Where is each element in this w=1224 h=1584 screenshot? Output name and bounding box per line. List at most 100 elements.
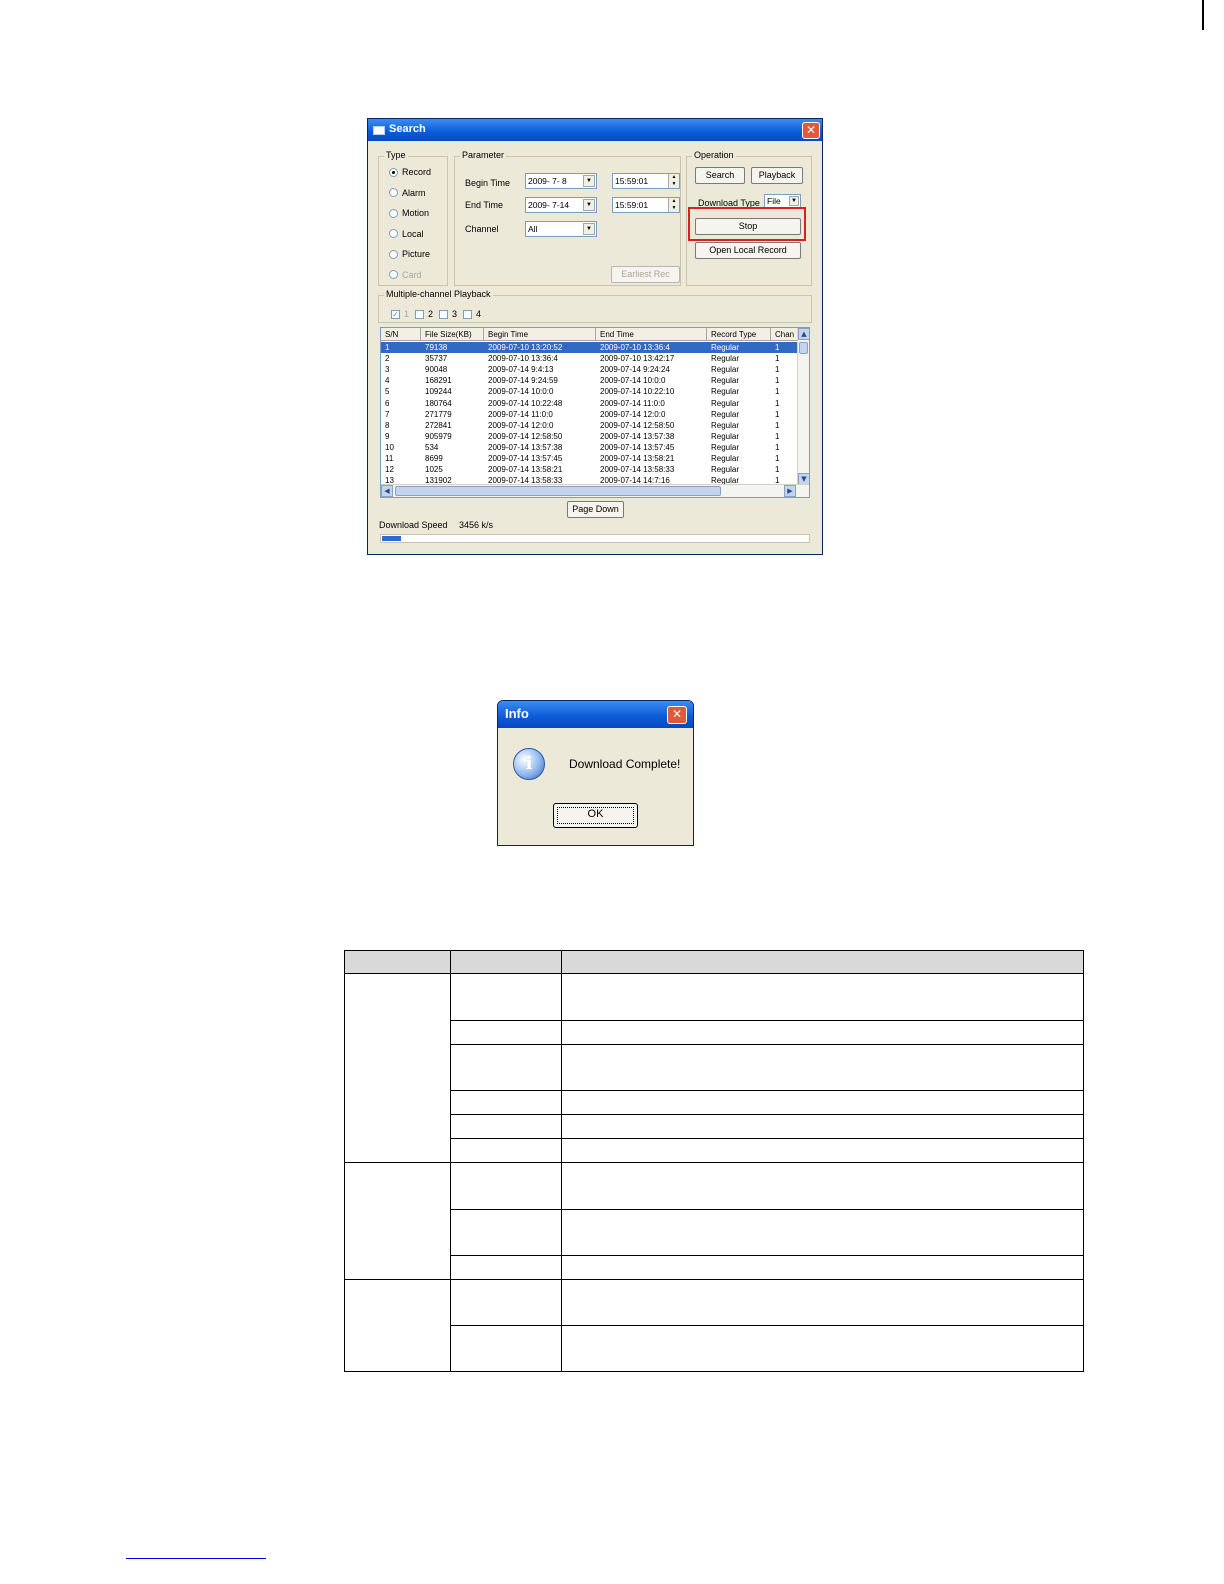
table-row[interactable]: 2 35737 2009-07-10 13:36:4 2009-07-10 13:42… <box>381 353 797 364</box>
stop-highlight-box <box>688 207 806 241</box>
list-cell: 1 <box>385 343 390 352</box>
spinner-icon[interactable]: ▲ ▼ <box>668 174 679 188</box>
list-cell: 109244 <box>425 387 452 397</box>
column-header[interactable]: Chan <box>771 328 799 341</box>
search-window-title: Search <box>389 123 426 135</box>
scroll-right-icon[interactable]: ▶ <box>784 485 796 497</box>
channel-select[interactable]: All ▼ <box>525 221 597 237</box>
table-row[interactable]: 6 180764 2009-07-14 10:22:48 2009-07-14 11:… <box>381 398 797 409</box>
table-row[interactable]: 4 168291 2009-07-14 9:24:59 2009-07-14 10:0… <box>381 375 797 386</box>
table-row[interactable]: 9 905979 2009-07-14 12:58:50 2009-07-14 13:… <box>381 431 797 442</box>
table-row[interactable]: 3 90048 2009-07-14 9:4:13 2009-07-14 9:24:2… <box>381 364 797 375</box>
table-row[interactable]: 10 534 2009-07-14 13:57:38 2009-07-14 13:57… <box>381 442 797 453</box>
list-cell: Regular <box>711 398 740 408</box>
column-header[interactable]: File Size(KB) <box>421 328 484 341</box>
radio-icon[interactable] <box>389 167 398 177</box>
type-option-picture[interactable]: Picture <box>389 248 430 260</box>
list-cell: 2009-07-14 12:0:0 <box>600 409 666 419</box>
channel-value: All <box>528 224 538 234</box>
channel-checkbox-2[interactable] <box>415 309 425 319</box>
earliest-rec-button[interactable]: Earliest Rec <box>611 266 680 283</box>
table-row[interactable]: 11 8699 2009-07-14 13:57:45 2009-07-14 13:5… <box>381 453 797 464</box>
table-header-cell <box>561 950 1084 974</box>
close-icon[interactable]: ✕ <box>802 122 820 139</box>
begin-date-field[interactable]: 2009- 7- 8 ▼ <box>525 173 597 189</box>
column-header[interactable]: End Time <box>596 328 707 341</box>
radio-icon[interactable] <box>389 270 398 279</box>
list-cell: 2009-07-14 11:0:0 <box>488 409 553 419</box>
info-icon: i <box>513 748 545 780</box>
end-clock-field[interactable]: 15:59:01 ▲ ▼ <box>612 197 680 213</box>
table-row[interactable]: 7 271779 2009-07-14 11:0:0 2009-07-14 12:0:… <box>381 409 797 420</box>
radio-icon[interactable] <box>389 229 398 238</box>
type-option-label: Record <box>402 167 432 177</box>
radio-icon[interactable] <box>389 249 398 259</box>
open-local-record-button[interactable]: Open Local Record <box>695 242 801 259</box>
chevron-down-icon[interactable]: ▼ <box>789 196 799 206</box>
channel-checkbox-label: 4 <box>476 309 482 319</box>
info-message: Download Complete! <box>569 757 681 771</box>
table-cell <box>561 1114 1084 1139</box>
list-cell: Regular <box>711 343 740 352</box>
channel-checkbox-1[interactable]: ✓ <box>391 309 400 319</box>
spinner-icon[interactable]: ▲ ▼ <box>668 198 679 212</box>
download-speed-value: 3456 k/s <box>459 520 494 530</box>
list-cell: 534 <box>425 442 439 452</box>
channel-checkbox-label: 1 <box>404 309 410 319</box>
table-row[interactable]: 1 79138 2009-07-10 13:20:52 2009-07-10 13:3… <box>381 342 797 353</box>
column-header[interactable]: S/N <box>381 328 421 341</box>
table-row[interactable]: 12 1025 2009-07-14 13:58:21 2009-07-14 13:5… <box>381 464 797 475</box>
channel-checkbox-3[interactable] <box>439 309 449 319</box>
type-option-card[interactable]: Card <box>389 269 422 281</box>
ok-button[interactable]: OK <box>553 803 638 828</box>
vertical-scroll-thumb[interactable] <box>799 342 808 354</box>
close-icon[interactable]: ✕ <box>667 706 687 724</box>
type-option-alarm[interactable]: Alarm <box>389 187 426 199</box>
channel-checkbox-4[interactable] <box>463 309 473 319</box>
list-cell: 8 <box>385 420 390 430</box>
chevron-down-icon[interactable]: ▼ <box>583 223 595 235</box>
table-row[interactable]: 5 109244 2009-07-14 10:0:0 2009-07-14 10:22… <box>381 386 797 397</box>
column-header[interactable]: Begin Time <box>484 328 596 341</box>
playback-button[interactable]: Playback <box>751 167 803 184</box>
end-date-field[interactable]: 2009- 7-14 ▼ <box>525 197 597 213</box>
type-option-record[interactable]: Record <box>389 166 431 178</box>
horizontal-scrollbar[interactable]: ◀ ▶ <box>381 484 809 497</box>
horizontal-scroll-thumb[interactable] <box>395 486 721 496</box>
page-down-button[interactable]: Page Down <box>567 501 624 518</box>
table-cell <box>561 1162 1084 1210</box>
info-dialog-titlebar[interactable]: Info <box>498 701 693 728</box>
scroll-up-icon[interactable]: ▲ <box>798 328 809 340</box>
radio-icon[interactable] <box>389 188 398 197</box>
list-cell: 2009-07-14 9:24:59 <box>488 376 558 386</box>
type-option-local[interactable]: Local <box>389 228 424 240</box>
table-row[interactable]: 8 272841 2009-07-14 12:0:0 2009-07-14 12:58… <box>381 420 797 431</box>
search-window-titlebar[interactable]: Search <box>368 119 822 141</box>
list-cell: 2009-07-14 12:58:50 <box>488 431 563 441</box>
type-option-label: Picture <box>402 249 431 259</box>
list-cell: 2009-07-10 13:42:17 <box>600 354 675 364</box>
download-type-select[interactable]: File ▼ <box>764 194 801 208</box>
type-option-motion[interactable]: Motion <box>389 207 429 219</box>
type-option-label: Card <box>402 269 422 280</box>
chevron-down-icon[interactable]: ▼ <box>583 175 595 187</box>
list-cell: 35737 <box>425 354 448 364</box>
table-row <box>345 1020 1084 1045</box>
list-cell: 1 <box>775 343 780 352</box>
list-cell: 1 <box>775 376 780 386</box>
column-header[interactable]: Record Type <box>707 328 771 341</box>
search-button[interactable]: Search <box>695 167 745 184</box>
vertical-scrollbar[interactable]: ▲ ▼ <box>797 328 809 485</box>
end-date-value: 2009- 7-14 <box>528 200 570 210</box>
footer-link-underline <box>126 1558 266 1559</box>
table-cell <box>450 1325 562 1372</box>
list-cell: 2009-07-14 13:57:38 <box>488 442 563 452</box>
record-list[interactable]: S/N File Size(KB) Begin Time End Time Record… <box>380 327 810 498</box>
table-cell <box>561 1255 1084 1280</box>
scroll-left-icon[interactable]: ◀ <box>381 485 393 497</box>
multi-channel-label: Multiple-channel Playback <box>384 289 493 299</box>
begin-clock-field[interactable]: 15:59:01 ▲ ▼ <box>612 173 680 189</box>
type-group-label: Type <box>384 150 408 160</box>
radio-icon[interactable] <box>389 208 398 218</box>
chevron-down-icon[interactable]: ▼ <box>583 199 595 211</box>
